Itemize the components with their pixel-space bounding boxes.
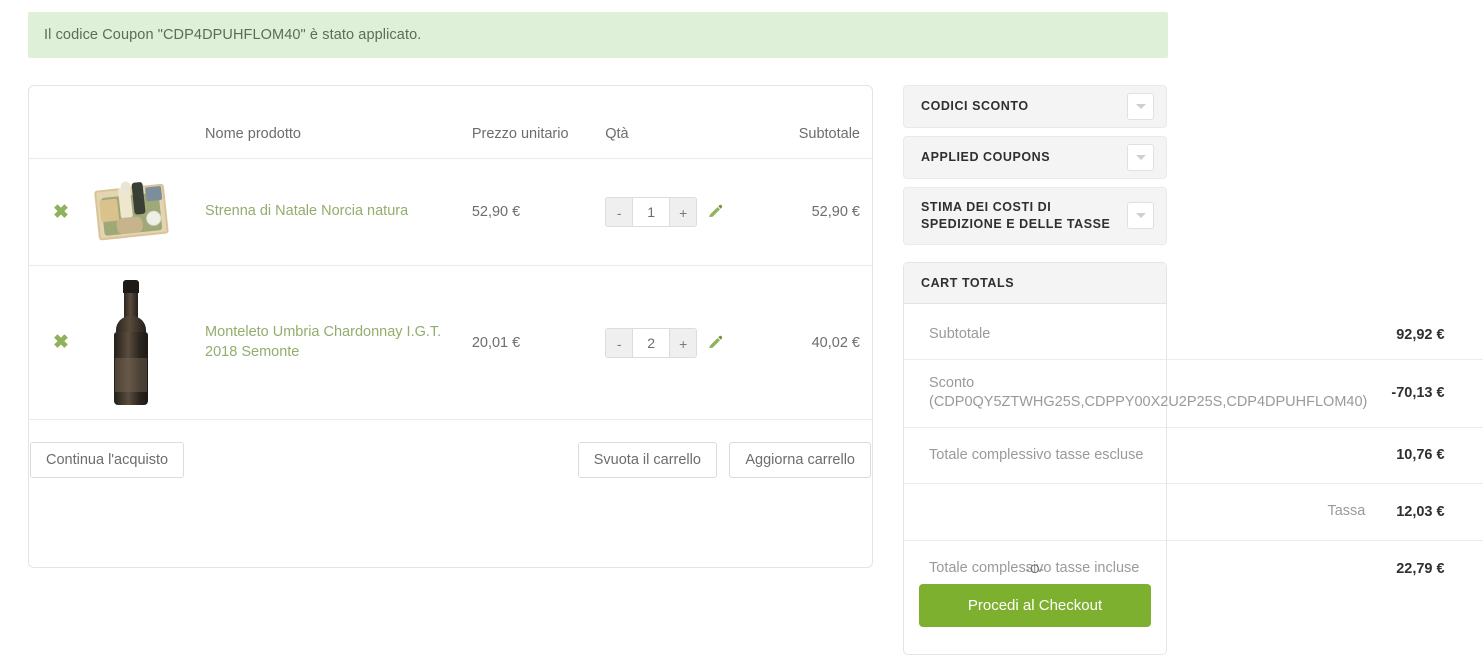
pencil-icon[interactable]: [707, 335, 723, 351]
quantity-stepper[interactable]: - +: [605, 197, 697, 227]
product-link[interactable]: Strenna di Natale Norcia natura: [205, 202, 408, 222]
totals-value: -70,13 €: [1379, 359, 1483, 427]
accordion-toggle-button[interactable]: [1127, 144, 1154, 171]
line-subtotal: 52,90 €: [755, 159, 872, 266]
notice-message: Il codice Coupon "CDP4DPUHFLOM40" è stat…: [44, 27, 421, 43]
quantity-stepper[interactable]: - +: [605, 328, 697, 358]
product-name-cell: Strenna di Natale Norcia natura: [205, 159, 472, 266]
gift-hamper-thumbnail[interactable]: [93, 173, 171, 251]
cart-items-panel: Nome prodotto Prezzo unitario Qtà Subtot…: [28, 85, 873, 568]
quantity-cell: - +: [605, 266, 754, 420]
totals-label: Sconto (CDP0QY5ZTWHG25S,CDPPY00X2U2P25S,…: [904, 359, 1379, 427]
cart-totals-table: Subtotale 92,92 € Sconto (CDP0QY5ZTWHG25…: [904, 311, 1483, 596]
chevron-down-icon: [1136, 155, 1146, 160]
accordion-title: CODICI SCONTO: [921, 87, 1029, 126]
column-header-price: Prezzo unitario: [472, 86, 605, 159]
table-row: ✖ Monteleto Umbria Chardonnay I.G.T. 201…: [29, 266, 872, 420]
quantity-input[interactable]: [633, 329, 669, 357]
remove-cell: ✖: [29, 266, 93, 420]
accordion-applied-coupons[interactable]: APPLIED COUPONS: [903, 136, 1167, 179]
thumbnail-cell: [93, 266, 205, 420]
column-header-remove: [29, 86, 93, 159]
accordion-toggle-button[interactable]: [1127, 93, 1154, 120]
cart-table-header: Nome prodotto Prezzo unitario Qtà Subtot…: [29, 86, 872, 159]
product-name-cell: Monteleto Umbria Chardonnay I.G.T. 2018 …: [205, 266, 472, 420]
checkout-separator: -O-: [903, 562, 1167, 576]
unit-price: 20,01 €: [472, 266, 605, 420]
continue-shopping-button[interactable]: Continua l'acquisto: [30, 442, 184, 478]
pencil-icon[interactable]: [707, 204, 723, 220]
quantity-increment-button[interactable]: +: [669, 198, 696, 226]
column-header-name: Nome prodotto: [205, 86, 472, 159]
totals-value: 92,92 €: [1379, 311, 1483, 359]
cart-actions-row: Continua l'acquisto Svuota il carrello A…: [29, 420, 872, 480]
proceed-to-checkout-button[interactable]: Procedi al Checkout: [919, 584, 1151, 627]
accordion-toggle-button[interactable]: [1127, 202, 1154, 229]
cart-sidebar: CODICI SCONTO APPLIED COUPONS STIMA DEI …: [903, 85, 1167, 253]
accordion-codici-sconto[interactable]: CODICI SCONTO: [903, 85, 1167, 128]
quantity-input[interactable]: [633, 198, 669, 226]
remove-x-icon[interactable]: ✖: [53, 203, 69, 222]
totals-label: Subtotale: [904, 311, 1379, 359]
chevron-down-icon: [1136, 213, 1146, 218]
cart-actions-left: Continua l'acquisto: [29, 420, 472, 480]
chevron-down-icon: [1136, 104, 1146, 109]
cart-actions-right: Svuota il carrello Aggiorna carrello: [472, 420, 872, 480]
column-header-subtotal: Subtotale: [755, 86, 872, 159]
totals-row-total-excl-tax: Totale complessivo tasse escluse 10,76 €: [904, 427, 1483, 484]
cart-page: Il codice Coupon "CDP4DPUHFLOM40" è stat…: [0, 0, 1483, 671]
empty-cart-button[interactable]: Svuota il carrello: [578, 442, 717, 478]
cart-table: Nome prodotto Prezzo unitario Qtà Subtot…: [29, 86, 872, 479]
coupon-applied-notice: Il codice Coupon "CDP4DPUHFLOM40" è stat…: [28, 12, 1168, 58]
totals-value: 10,76 €: [1379, 427, 1483, 484]
totals-value: 22,79 €: [1379, 540, 1483, 596]
totals-label: Tassa: [904, 484, 1379, 541]
thumbnail-cell: [93, 159, 205, 266]
unit-price: 52,90 €: [472, 159, 605, 266]
remove-x-icon[interactable]: ✖: [53, 333, 69, 352]
wine-bottle-thumbnail[interactable]: [111, 280, 151, 405]
totals-row-subtotal: Subtotale 92,92 €: [904, 311, 1483, 359]
column-header-thumbnail: [93, 86, 205, 159]
quantity-cell: - +: [605, 159, 754, 266]
update-cart-button[interactable]: Aggiorna carrello: [729, 442, 871, 478]
totals-row-discount: Sconto (CDP0QY5ZTWHG25S,CDPPY00X2U2P25S,…: [904, 359, 1483, 427]
table-row: ✖: [29, 159, 872, 266]
accordion-title: STIMA DEI COSTI DI SPEDIZIONE E DELLE TA…: [921, 188, 1127, 244]
accordion-shipping-tax-estimate[interactable]: STIMA DEI COSTI DI SPEDIZIONE E DELLE TA…: [903, 187, 1167, 245]
accordion-title: APPLIED COUPONS: [921, 138, 1050, 177]
totals-row-tax: Tassa 12,03 €: [904, 484, 1483, 541]
quantity-increment-button[interactable]: +: [669, 329, 696, 357]
checkout-area: -O- Procedi al Checkout: [903, 562, 1167, 627]
product-link[interactable]: Monteleto Umbria Chardonnay I.G.T. 2018 …: [205, 323, 472, 362]
quantity-decrement-button[interactable]: -: [606, 329, 633, 357]
totals-value: 12,03 €: [1379, 484, 1483, 541]
line-subtotal: 40,02 €: [755, 266, 872, 420]
remove-cell: ✖: [29, 159, 93, 266]
totals-label: Totale complessivo tasse escluse: [904, 427, 1379, 484]
cart-totals-heading: CART TOTALS: [904, 263, 1166, 304]
column-header-qty: Qtà: [605, 86, 754, 159]
quantity-decrement-button[interactable]: -: [606, 198, 633, 226]
